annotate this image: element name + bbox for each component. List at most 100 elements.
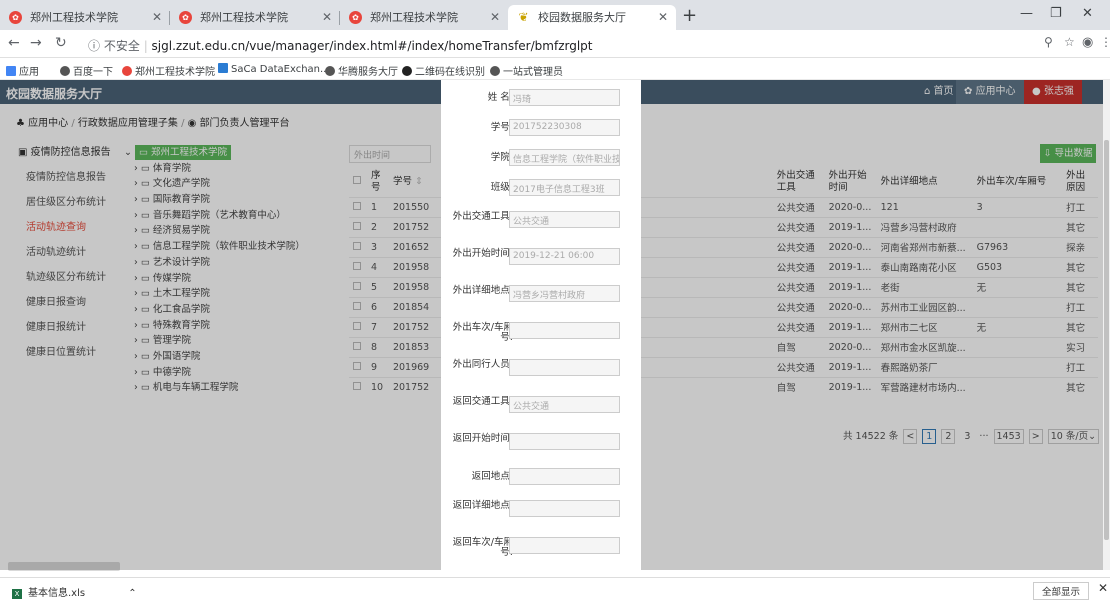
apps-grid-icon	[6, 66, 16, 76]
bookmark-school[interactable]: 郑州工程技术学院	[122, 63, 215, 78]
modal-field-input[interactable]: 冯营乡冯营村政府	[509, 285, 620, 302]
school-favicon-icon: ✿	[349, 11, 362, 24]
bookmark-label: 二维码在线识别	[415, 67, 485, 78]
modal-field-input[interactable]	[509, 537, 620, 554]
bookmark-saca[interactable]: SaCa DataExchan...	[218, 63, 330, 75]
menu-icon[interactable]: ⋮	[1100, 35, 1110, 49]
modal-field-row: 返回开始时间:	[441, 431, 641, 468]
saca-icon	[218, 63, 228, 73]
bookmark-huateng[interactable]: 华腾服务大厅	[325, 63, 398, 78]
close-window-icon[interactable]: ✕	[1082, 6, 1093, 21]
browser-tab[interactable]: ✿ 郑州工程技术学院 ✕	[170, 5, 340, 30]
modal-field-row: 学院: 信息工程学院（软件职业技术	[441, 149, 641, 179]
modal-field-row: 外出详细地点: 冯营乡冯营村政府	[441, 283, 641, 320]
minimize-icon[interactable]: —	[1020, 6, 1033, 21]
modal-field-row: 姓 名: 冯琦	[441, 89, 641, 119]
download-bar: X 基本信息.xls ⌃ 全部显示 ✕	[0, 577, 1110, 600]
bookmark-label: 百度一下	[73, 67, 113, 78]
excel-file-icon: X	[12, 589, 22, 599]
modal-field-input[interactable]	[509, 433, 620, 450]
tab-close-icon[interactable]: ✕	[658, 5, 668, 30]
modal-field-input[interactable]: 2019-12-21 06:00	[509, 248, 620, 265]
bookmark-label: 一站式管理员	[503, 67, 563, 78]
browser-tab-active[interactable]: ❦ 校园数据服务大厅 ✕	[508, 5, 676, 30]
tab-title: 郑州工程技术学院	[200, 11, 288, 24]
modal-field-row: 外出同行人员:	[441, 357, 641, 394]
forward-icon[interactable]: →	[30, 35, 42, 51]
modal-field-input[interactable]: 冯琦	[509, 89, 620, 106]
browser-tab-strip: ✿ 郑州工程技术学院 ✕ ✿ 郑州工程技术学院 ✕ ✿ 郑州工程技术学院 ✕ ❦…	[0, 0, 1110, 30]
info-icon[interactable]: ⓘ	[88, 39, 100, 53]
modal-field-input[interactable]	[509, 359, 620, 376]
modal-field-row: 返回详细地点:	[441, 498, 641, 535]
star-icon[interactable]: ☆	[1064, 35, 1075, 49]
modal-field-label: 返回车次/车厢号:	[452, 537, 513, 558]
url-text: sjgl.zzut.edu.cn/vue/manager/index.html#…	[151, 39, 593, 53]
modal-field-row: 外出车次/车厢号:	[441, 320, 641, 357]
new-tab-icon[interactable]: +	[682, 5, 697, 26]
zoom-icon[interactable]: ⚲	[1044, 35, 1053, 49]
chevron-up-icon[interactable]: ⌃	[128, 588, 136, 599]
browser-tab[interactable]: ✿ 郑州工程技术学院 ✕	[340, 5, 508, 30]
reload-icon[interactable]: ↻	[55, 35, 67, 51]
modal-field-label: 返回交通工具:	[452, 396, 513, 407]
bookmarks-bar: 应用 百度一下 郑州工程技术学院 SaCa DataExchan... 华腾服务…	[0, 58, 1110, 80]
bookmark-admin[interactable]: 一站式管理员	[490, 63, 563, 78]
page-vertical-scrollbar[interactable]	[1103, 80, 1110, 570]
modal-field-label: 外出详细地点:	[452, 285, 513, 296]
restore-icon[interactable]: ❐	[1050, 6, 1062, 21]
tab-close-icon[interactable]: ✕	[490, 5, 500, 30]
modal-field-input[interactable]: 2017电子信息工程3班	[509, 179, 620, 196]
modal-field-input[interactable]: 信息工程学院（软件职业技术	[509, 149, 620, 166]
url-field[interactable]: ⓘ 不安全 | sjgl.zzut.edu.cn/vue/manager/ind…	[88, 37, 593, 54]
bookmark-qrcode[interactable]: 二维码在线识别	[402, 63, 485, 78]
modal-field-input[interactable]: 公共交通	[509, 211, 620, 228]
insecure-label: 不安全	[103, 39, 140, 53]
globe-icon	[490, 66, 500, 76]
modal-field-row: 外出交通工具: 公共交通	[441, 209, 641, 246]
show-all-button[interactable]: 全部显示	[1033, 582, 1090, 600]
modal-field-row: 学号: 201752230308	[441, 119, 641, 149]
modal-field-label: 班级:	[490, 182, 513, 193]
globe-icon	[325, 66, 335, 76]
modal-field-label: 返回详细地点:	[452, 500, 513, 511]
tab-title: 校园数据服务大厅	[538, 11, 626, 24]
bookmark-label: 应用	[19, 67, 39, 78]
modal-field-label: 外出车次/车厢号:	[452, 322, 513, 343]
modal-field-row: 班级: 2017电子信息工程3班	[441, 179, 641, 209]
modal-field-label: 学号:	[490, 122, 513, 133]
modal-field-input[interactable]	[509, 468, 620, 485]
modal-field-input[interactable]: 201752230308	[509, 119, 620, 136]
tab-close-icon[interactable]: ✕	[322, 5, 332, 30]
modal-field-label: 学院:	[490, 152, 513, 163]
modal-field-row: 外出开始时间: 2019-12-21 06:00	[441, 246, 641, 283]
download-filename: 基本信息.xls	[28, 588, 86, 599]
tab-close-icon[interactable]: ✕	[152, 5, 162, 30]
bookmark-apps[interactable]: 应用	[6, 63, 39, 78]
modal-field-row: 返回交通工具: 公共交通	[441, 394, 641, 431]
modal-field-row: 返回车次/车厢号:	[441, 535, 641, 572]
modal-field-label: 姓 名:	[487, 92, 513, 103]
bookmark-baidu[interactable]: 百度一下	[60, 63, 113, 78]
browser-tab[interactable]: ✿ 郑州工程技术学院 ✕	[0, 5, 170, 30]
tab-title: 郑州工程技术学院	[370, 11, 458, 24]
profile-icon[interactable]: ◉	[1082, 35, 1093, 50]
modal-field-label: 外出同行人员:	[452, 359, 513, 370]
modal-field-input[interactable]	[509, 500, 620, 517]
close-download-bar-icon[interactable]: ✕	[1098, 581, 1108, 595]
url-divider: |	[143, 39, 152, 53]
modal-field-label: 外出开始时间:	[452, 248, 513, 259]
scrollbar-thumb[interactable]	[1104, 140, 1109, 540]
back-icon[interactable]: ←	[8, 35, 20, 51]
modal-field-label: 返回开始时间:	[452, 433, 513, 444]
bookmark-label: 华腾服务大厅	[338, 67, 398, 78]
modal-field-row: 返回地点:	[441, 468, 641, 498]
leaf-favicon-icon: ❦	[518, 10, 529, 24]
modal-field-label: 返回地点:	[471, 471, 513, 482]
detail-modal: 姓 名: 冯琦 学号: 201752230308 学院: 信息工程学院（软件职业技术 班级:…	[441, 80, 641, 577]
school-favicon-icon	[122, 66, 132, 76]
modal-field-input[interactable]: 公共交通	[509, 396, 620, 413]
globe-icon	[60, 66, 70, 76]
qrcode-icon	[402, 66, 412, 76]
modal-field-input[interactable]	[509, 322, 620, 339]
